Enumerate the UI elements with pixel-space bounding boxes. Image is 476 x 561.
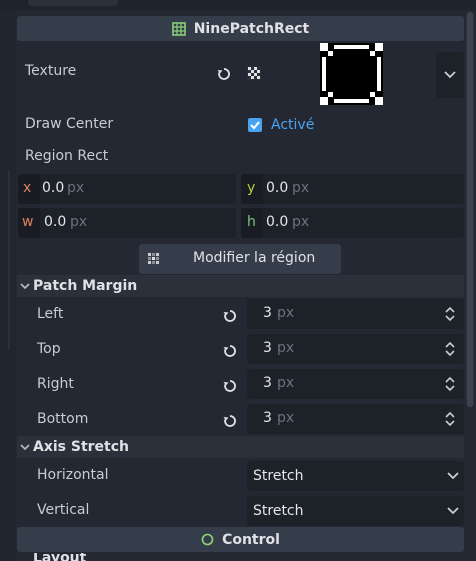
modify-region-label: Modifier la région — [193, 250, 316, 266]
chevron-down-icon — [444, 71, 456, 79]
reload-icon — [223, 310, 236, 322]
margin-left-label: Left — [37, 306, 64, 322]
region-w-field[interactable]: w 0.0 px — [18, 208, 236, 238]
margin-right-field[interactable]: 3 px — [247, 369, 464, 399]
vertical-label: Vertical — [37, 502, 90, 518]
texture-clear-icon[interactable] — [247, 66, 261, 80]
check-icon — [250, 121, 260, 130]
region-x-field[interactable]: x 0.0 px — [18, 174, 236, 204]
region-y-unit: px — [292, 180, 310, 196]
stepper-icon[interactable] — [444, 375, 456, 393]
margin-unit: px — [277, 375, 295, 391]
texture-reset-icon[interactable] — [216, 66, 232, 82]
draw-center-value[interactable]: Activé — [271, 117, 314, 133]
region-y-value: 0.0 — [266, 180, 289, 196]
margin-bottom-label: Bottom — [37, 411, 89, 427]
margin-bottom-reset-icon[interactable] — [222, 413, 238, 429]
draw-center-label: Draw Center — [25, 116, 114, 132]
margin-value: 3 — [263, 375, 272, 391]
region-x-value: 0.0 — [42, 180, 65, 196]
chevron-down-icon — [447, 507, 459, 515]
ninepatch-section-title: NinePatchRect — [193, 20, 310, 37]
horizontal-stretch-dropdown[interactable]: Stretch — [247, 461, 464, 491]
chevron-down-icon — [17, 280, 33, 293]
ninepatch-section-header[interactable]: NinePatchRect — [17, 16, 464, 41]
region-y-axis-label: y — [247, 180, 256, 196]
region-x-unit: px — [67, 180, 85, 196]
layout-group-header-partial[interactable]: Layout — [33, 553, 86, 561]
reload-icon — [223, 345, 236, 357]
horizontal-stretch-value: Stretch — [253, 468, 304, 484]
top-tab-edge — [28, 0, 118, 6]
stepper-icon[interactable] — [444, 340, 456, 358]
texture-preview[interactable] — [320, 43, 383, 105]
margin-bottom-field[interactable]: 3 px — [247, 404, 464, 434]
layout-group-title: Layout — [33, 553, 87, 561]
margin-right-reset-icon[interactable] — [222, 378, 238, 394]
region-h-field[interactable]: h 0.0 px — [241, 208, 464, 238]
control-section-header[interactable]: Control — [17, 527, 464, 552]
margin-top-label: Top — [37, 341, 61, 357]
texture-dropdown-button[interactable] — [436, 52, 464, 98]
region-h-unit: px — [292, 214, 310, 230]
vertical-stretch-value: Stretch — [253, 503, 304, 519]
region-w-unit: px — [70, 214, 88, 230]
scrollbar-thumb[interactable] — [467, 12, 473, 407]
patch-margin-title: Patch Margin — [33, 278, 138, 294]
margin-unit: px — [277, 305, 295, 321]
patch-margin-group-header[interactable]: Patch Margin — [17, 275, 464, 297]
reload-icon — [223, 415, 236, 427]
region-w-value: 0.0 — [44, 214, 67, 230]
stepper-icon[interactable] — [444, 305, 456, 323]
margin-unit: px — [277, 340, 295, 356]
left-panel-edge — [0, 10, 16, 561]
region-h-axis-label: h — [247, 214, 256, 230]
region-x-axis-label: x — [23, 180, 32, 196]
region-edit-icon — [147, 252, 160, 265]
texture-thumbnail — [320, 43, 383, 105]
reload-icon — [223, 380, 236, 392]
vertical-stretch-dropdown[interactable]: Stretch — [247, 496, 464, 526]
stepper-icon[interactable] — [444, 410, 456, 428]
reload-icon — [217, 68, 230, 80]
chevron-down-icon — [17, 441, 33, 454]
region-w-axis-label: w — [22, 214, 34, 230]
draw-center-checkbox[interactable] — [248, 118, 262, 132]
region-rect-label: Region Rect — [25, 148, 109, 164]
region-h-value: 0.0 — [266, 214, 289, 230]
control-section-title: Control — [222, 531, 280, 548]
texture-label: Texture — [25, 63, 77, 79]
grid-icon — [171, 21, 186, 36]
inspector-scrollbar[interactable] — [466, 12, 474, 407]
margin-top-field[interactable]: 3 px — [247, 334, 464, 364]
margin-left-reset-icon[interactable] — [222, 308, 238, 324]
top-panel-edge — [0, 0, 476, 10]
horizontal-label: Horizontal — [37, 467, 109, 483]
margin-unit: px — [277, 410, 295, 426]
region-y-field[interactable]: y 0.0 px — [241, 174, 464, 204]
chevron-down-icon — [447, 472, 459, 480]
margin-value: 3 — [263, 410, 272, 426]
axis-stretch-title: Axis Stretch — [33, 439, 130, 455]
margin-top-reset-icon[interactable] — [222, 343, 238, 359]
margin-left-field[interactable]: 3 px — [247, 299, 464, 329]
modify-region-button[interactable]: Modifier la région — [139, 244, 341, 274]
checker-icon — [247, 66, 261, 80]
margin-value: 3 — [263, 305, 272, 321]
margin-right-label: Right — [37, 376, 74, 392]
circle-icon — [201, 533, 214, 546]
left-edge-mark — [8, 170, 10, 350]
margin-value: 3 — [263, 340, 272, 356]
axis-stretch-group-header[interactable]: Axis Stretch — [17, 436, 464, 458]
